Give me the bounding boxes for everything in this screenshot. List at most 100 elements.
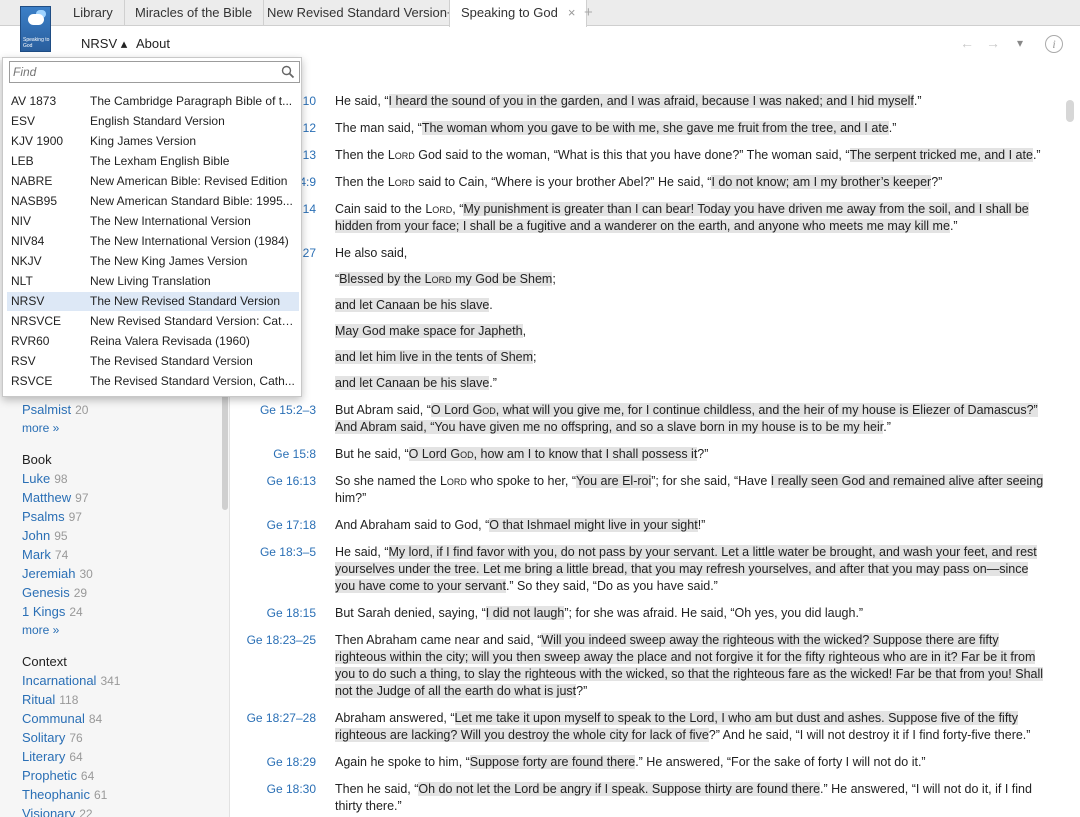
facet-item[interactable]: Genesis 29	[22, 585, 87, 600]
version-item[interactable]: NRSV The New Revised Standard Version	[7, 292, 299, 311]
version-abbr: LEB	[11, 154, 34, 168]
facet-item[interactable]: Psalmist 20	[22, 402, 88, 417]
tab-bar: Library Miracles of the Bible New Revise…	[0, 0, 1080, 27]
verse-text: But Sarah denied, saying, “I did not lau…	[335, 605, 1047, 622]
verse-text-span: .”	[949, 219, 958, 233]
verse-text-span: said to Cain, “Where is your brother Abe…	[414, 175, 712, 189]
verse-reference-link[interactable]: Ge 16:13	[231, 474, 316, 488]
version-item[interactable]: NKJV The New King James Version	[7, 252, 299, 271]
verse-text: He said, “I heard the sound of you in th…	[335, 93, 1047, 110]
facet-item[interactable]: John 95	[22, 528, 68, 543]
version-item[interactable]: ESV English Standard Version	[7, 112, 299, 131]
speech-bubble-icon	[28, 14, 44, 25]
version-item[interactable]: RSV The Revised Standard Version	[7, 352, 299, 371]
highlighted-prayer-text: The woman whom you gave to be with me, s…	[421, 121, 889, 135]
back-arrow-icon[interactable]: ←	[960, 35, 974, 51]
version-item[interactable]: RSVCE The Revised Standard Version, Cath.…	[7, 372, 299, 391]
facet-item[interactable]: Prophetic 64	[22, 768, 94, 783]
verse-text: and let Canaan be his slave.	[335, 297, 1047, 314]
close-icon[interactable]: ×	[568, 5, 576, 20]
facet-item[interactable]: Visionary 22	[22, 806, 93, 817]
version-item[interactable]: KJV 1900 King James Version	[7, 132, 299, 151]
version-name: New Living Translation	[90, 274, 211, 288]
version-item[interactable]: NLT New Living Translation	[7, 272, 299, 291]
verse-reference-link[interactable]: Ge 15:8	[231, 447, 316, 461]
verse-reference-link[interactable]: Ge 18:3–5	[231, 545, 316, 559]
highlighted-prayer-text: my God be Shem	[451, 272, 553, 286]
version-item[interactable]: NASB95 New American Standard Bible: 1995.…	[7, 192, 299, 211]
facet-label: Luke	[22, 471, 51, 486]
verse-text: So she named the Lord who spoke to her, …	[335, 473, 1047, 507]
version-item[interactable]: NRSVCE New Revised Standard Version: Cath…	[7, 312, 299, 331]
facet-item[interactable]: Ritual 118	[22, 692, 78, 707]
verse-reference-link[interactable]: Ge 18:23–25	[231, 633, 316, 647]
search-icon[interactable]	[281, 65, 295, 79]
facet-item[interactable]: Mark 74	[22, 547, 68, 562]
facet-item[interactable]: Theophanic 61	[22, 787, 107, 802]
tab-library[interactable]: Library	[62, 0, 125, 26]
verse-text-span: The man said, “	[335, 121, 422, 135]
version-item[interactable]: RVR60 Reina Valera Revisada (1960)	[7, 332, 299, 351]
facet-label: Jeremiah	[22, 566, 76, 581]
facet-item[interactable]: Incarnational 341	[22, 673, 120, 688]
highlighted-prayer-text: O Lord	[430, 403, 473, 417]
info-icon[interactable]: i	[1045, 35, 1063, 53]
verse-text-span: .”	[888, 121, 897, 135]
facet-count: 118	[59, 693, 79, 707]
verse-text-span: .”	[913, 94, 922, 108]
facet-item[interactable]: Literary 64	[22, 749, 83, 764]
facet-item[interactable]: 1 Kings 24	[22, 604, 83, 619]
verse-reference-link[interactable]: Ge 18:29	[231, 755, 316, 769]
version-item[interactable]: NIV84 The New International Version (1984…	[7, 232, 299, 251]
verse-text: Then the Lord God said to the woman, “Wh…	[335, 147, 1047, 164]
verse-reference-link[interactable]: Ge 15:2–3	[231, 403, 316, 417]
facet-label: Psalms	[22, 509, 65, 524]
version-item[interactable]: NIV The New International Version	[7, 212, 299, 231]
verse-text-span: Abraham answered, “	[335, 711, 455, 725]
tab-speaking-to-god[interactable]: Speaking to God ×	[449, 0, 588, 27]
facet-item[interactable]: Luke 98	[22, 471, 68, 486]
verse-text-span: .” So they said, “Do as you have said.”	[505, 579, 718, 593]
facet-item[interactable]: Jeremiah 30	[22, 566, 93, 581]
verse-reference-link[interactable]: Ge 17:18	[231, 518, 316, 532]
highlighted-prayer-text: I do not know; am I my brother’s keeper	[711, 175, 932, 189]
forward-arrow-icon[interactable]: →	[986, 35, 1000, 51]
more-link[interactable]: more »	[22, 623, 59, 637]
verse-text-span: .” He answered, “For the sake of forty I…	[635, 755, 926, 769]
version-name: The Cambridge Paragraph Bible of t...	[90, 94, 293, 108]
verse-text: Cain said to the Lord, “My punishment is…	[335, 201, 1047, 235]
verse-text-span: Lord	[387, 175, 415, 189]
facet-count: 341	[100, 674, 121, 688]
add-tab-icon[interactable]: +	[584, 0, 593, 25]
verse-reference-link[interactable]: Ge 18:30	[231, 782, 316, 796]
facet-item[interactable]: Solitary 76	[22, 730, 83, 745]
verse-text: May God make space for Japheth,	[335, 323, 1047, 340]
verse-text-span: But he said, “	[335, 447, 409, 461]
facet-item[interactable]: Communal 84	[22, 711, 102, 726]
tab-miracles[interactable]: Miracles of the Bible	[124, 0, 265, 26]
tab-nrsv-plus[interactable]: New Revised Standard Version+	[256, 0, 467, 26]
version-item[interactable]: LEB The Lexham English Bible	[7, 152, 299, 171]
version-item[interactable]: AV 1873 The Cambridge Paragraph Bible of …	[7, 92, 299, 111]
verse-text-span: Lord	[439, 474, 467, 488]
facet-label: Solitary	[22, 730, 66, 745]
more-link[interactable]: more »	[22, 421, 59, 435]
scrollbar[interactable]	[1066, 100, 1074, 122]
chevron-down-icon[interactable]: ▾	[1017, 36, 1023, 50]
version-name: The New International Version (1984)	[90, 234, 289, 248]
facet-item[interactable]: Psalms 97	[22, 509, 82, 524]
version-item[interactable]: NABRE New American Bible: Revised Edition	[7, 172, 299, 191]
find-input[interactable]	[13, 64, 273, 80]
verse-reference-link[interactable]: Ge 18:15	[231, 606, 316, 620]
find-box	[9, 61, 300, 83]
about-button[interactable]: About	[136, 36, 170, 51]
verse-reference-link[interactable]: Ge 18:27–28	[231, 711, 316, 725]
verse-text-span: And Abraham said to God, “	[335, 518, 490, 532]
verse-text-span: him?”	[335, 491, 367, 505]
version-menu-button[interactable]: NRSV ▴	[81, 36, 127, 52]
verse-text: Again he spoke to him, “Suppose forty ar…	[335, 754, 1047, 771]
version-name: New American Standard Bible: 1995...	[90, 194, 293, 208]
facet-count: 24	[69, 605, 83, 619]
facet-item[interactable]: Matthew 97	[22, 490, 89, 505]
version-name: The New International Version	[90, 214, 251, 228]
